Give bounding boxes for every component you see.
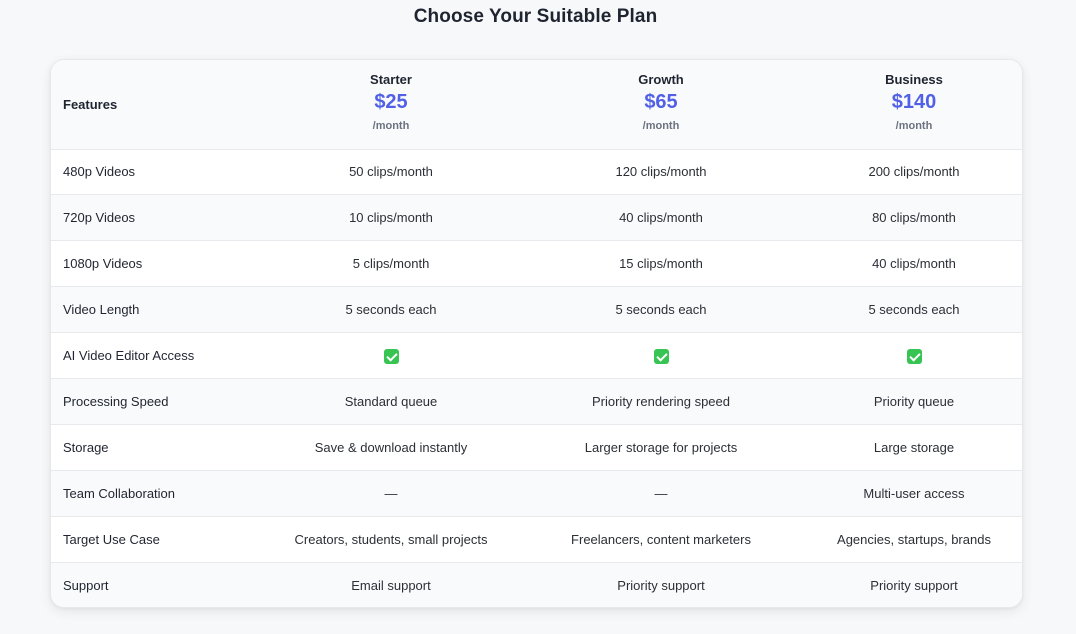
feature-label: Target Use Case — [51, 516, 266, 563]
table-row: AI Video Editor Access — [51, 332, 1022, 379]
table-cell: Larger storage for projects — [516, 424, 806, 471]
table-cell: 80 clips/month — [806, 194, 1022, 242]
feature-label: Team Collaboration — [51, 470, 266, 517]
table-row: Processing Speed Standard queue Priority… — [51, 378, 1022, 425]
feature-label: Video Length — [51, 286, 266, 334]
table-row: 1080p Videos 5 clips/month 15 clips/mont… — [51, 240, 1022, 288]
feature-label: Storage — [51, 424, 266, 471]
table-cell: 5 clips/month — [266, 240, 516, 288]
table-row: Storage Save & download instantly Larger… — [51, 424, 1022, 471]
table-cell — [266, 332, 516, 379]
table-cell: 15 clips/month — [516, 240, 806, 288]
table-cell: Creators, students, small projects — [266, 516, 516, 563]
plan-period: /month — [372, 120, 410, 133]
table-cell: Save & download instantly — [266, 424, 516, 471]
pricing-table-card: Features Starter $25 /month Growth $65 /… — [50, 59, 1023, 608]
check-icon — [906, 348, 922, 364]
table-cell: 40 clips/month — [806, 240, 1022, 288]
table-cell: Large storage — [806, 424, 1022, 471]
plan-header-growth: Growth $65 /month — [516, 60, 806, 150]
table-cell: Email support — [351, 577, 431, 593]
table-cell — [516, 332, 806, 379]
table-row: Team Collaboration — — Multi-user access — [51, 470, 1022, 517]
plan-header-starter: Starter $25 /month — [266, 60, 516, 150]
table-cell: 5 seconds each — [266, 286, 516, 334]
plan-name: Starter — [370, 72, 412, 88]
table-cell: Standard queue — [266, 378, 516, 425]
table-row: 720p Videos 10 clips/month 40 clips/mont… — [51, 194, 1022, 242]
table-cell: 10 clips/month — [266, 194, 516, 242]
table-cell: Priority queue — [806, 378, 1022, 425]
table-row: Video Length 5 seconds each 5 seconds ea… — [51, 286, 1022, 334]
plan-period: /month — [642, 120, 680, 133]
table-cell: Priority support — [617, 577, 705, 593]
pricing-table: Features Starter $25 /month Growth $65 /… — [51, 60, 1022, 607]
feature-label: Support — [63, 577, 109, 593]
table-cell: — — [266, 470, 516, 517]
table-cell: Freelancers, content marketers — [516, 516, 806, 563]
table-cell: 120 clips/month — [516, 149, 806, 196]
table-cell: — — [516, 470, 806, 517]
table-cell: Multi-user access — [806, 470, 1022, 517]
table-cell: 5 seconds each — [516, 286, 806, 334]
table-cell — [806, 332, 1022, 379]
table-cell: Priority support — [870, 577, 958, 593]
feature-label: 720p Videos — [51, 194, 266, 242]
table-header-row: Features Starter $25 /month Growth $65 /… — [51, 60, 1022, 150]
table-row: 480p Videos 50 clips/month 120 clips/mon… — [51, 149, 1022, 196]
features-column-header: Features — [51, 60, 266, 150]
feature-label: Processing Speed — [51, 378, 266, 425]
table-cell: 5 seconds each — [806, 286, 1022, 334]
plan-header-business: Business $140 /month — [806, 60, 1022, 150]
plan-price: $25 — [374, 91, 408, 114]
table-cell: 200 clips/month — [806, 149, 1022, 196]
feature-label: 1080p Videos — [51, 240, 266, 288]
plan-period: /month — [895, 120, 933, 133]
table-cell: 50 clips/month — [266, 149, 516, 196]
plan-price: $65 — [644, 91, 678, 114]
check-icon — [383, 348, 399, 364]
feature-label: 480p Videos — [51, 149, 266, 196]
check-icon — [653, 348, 669, 364]
table-cell: Agencies, startups, brands — [806, 516, 1022, 563]
table-row: Target Use Case Creators, students, smal… — [51, 516, 1022, 563]
plan-name: Growth — [638, 72, 684, 88]
feature-label: AI Video Editor Access — [51, 332, 266, 379]
page-title: Choose Your Suitable Plan — [413, 6, 658, 27]
table-row: Support Email support Priority support P… — [51, 562, 1022, 607]
table-cell: 40 clips/month — [516, 194, 806, 242]
plan-name: Business — [885, 72, 943, 88]
table-cell: Priority rendering speed — [516, 378, 806, 425]
table-body: 480p Videos 50 clips/month 120 clips/mon… — [51, 149, 1022, 607]
plan-price: $140 — [891, 91, 937, 114]
